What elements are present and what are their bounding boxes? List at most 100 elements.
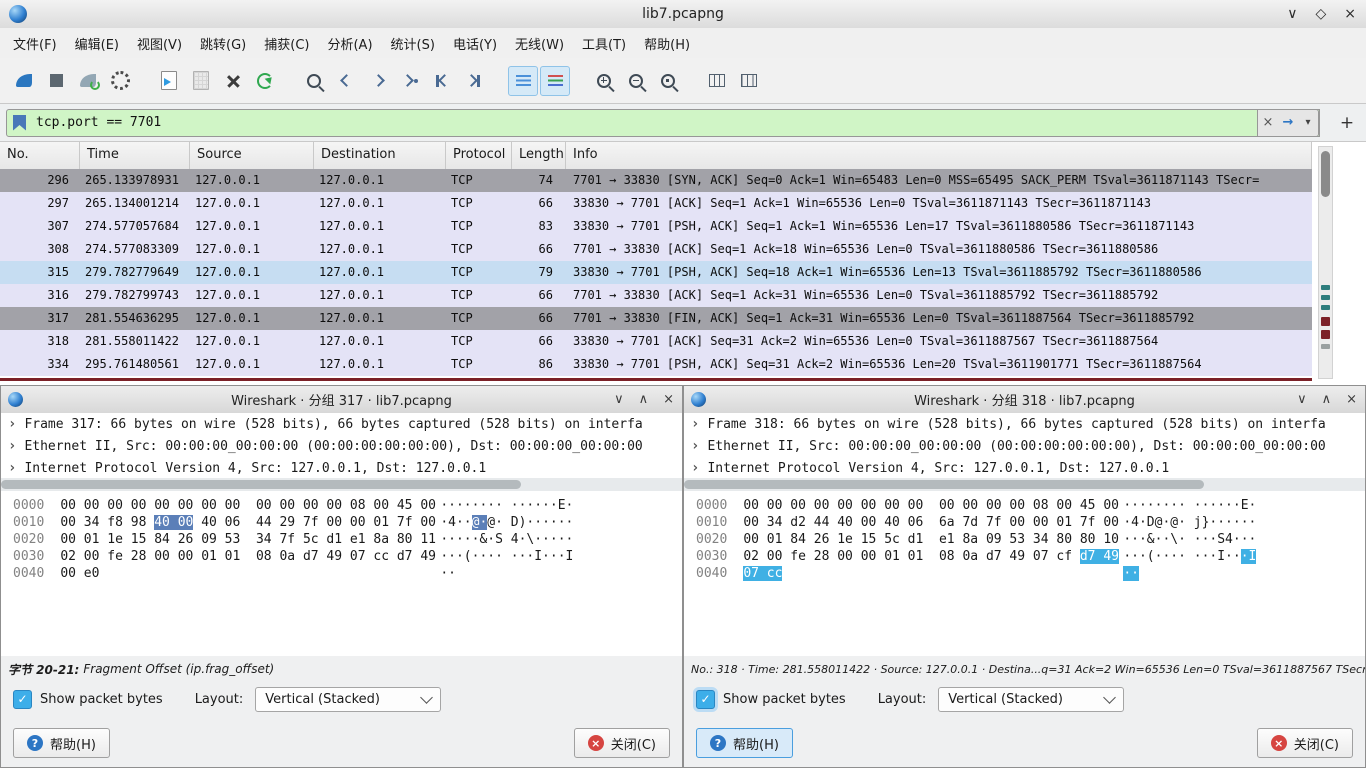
previous-packet-button[interactable]	[331, 66, 361, 96]
menu-analyze[interactable]: 分析(A)	[318, 30, 381, 57]
packet-list-scrollbar[interactable]	[1318, 146, 1333, 379]
tree-item-ip[interactable]: ›Internet Protocol Version 4, Src: 127.0…	[684, 457, 1365, 478]
close-icon[interactable]: ×	[1346, 392, 1357, 407]
packet-row-334[interactable]: 334295.761480561127.0.0.1127.0.0.1TCP863…	[0, 353, 1312, 376]
packet-row-297[interactable]: 297265.134001214127.0.0.1127.0.0.1TCP663…	[0, 192, 1312, 215]
shade-icon[interactable]: ∨	[614, 392, 624, 407]
bookmark-icon[interactable]	[13, 115, 26, 131]
menu-capture[interactable]: 捕获(C)	[255, 30, 318, 57]
show-packet-bytes-checkbox[interactable]: ✓	[13, 690, 32, 709]
horizontal-scrollbar[interactable]	[1, 478, 682, 491]
packet-row-316[interactable]: 316279.782799743127.0.0.1127.0.0.1TCP667…	[0, 284, 1312, 307]
apply-filter-button[interactable]: →	[1278, 115, 1298, 130]
maximize-icon[interactable]: ◇	[1315, 6, 1326, 22]
packet-row-307[interactable]: 307274.577057684127.0.0.1127.0.0.1TCP833…	[0, 215, 1312, 238]
go-to-packet-button[interactable]	[395, 66, 425, 96]
col-header-no[interactable]: No.	[0, 142, 80, 169]
close-dialog-button[interactable]: ×关闭(C)	[574, 728, 670, 758]
scrollbar-handle[interactable]	[684, 480, 1204, 489]
tree-item-frame[interactable]: ›Frame 317: 66 bytes on wire (528 bits),…	[1, 413, 682, 435]
menu-edit[interactable]: 编辑(E)	[66, 30, 128, 57]
packet-row-296[interactable]: 296265.133978931127.0.0.1127.0.0.1TCP747…	[0, 169, 1312, 192]
show-packet-bytes-checkbox[interactable]: ✓	[696, 690, 715, 709]
zoom-in-button[interactable]	[589, 66, 619, 96]
add-filter-button[interactable]: +	[1334, 110, 1360, 136]
hex-row[interactable]: 001000 34 f8 98 40 00 40 06 44 29 7f 00 …	[1, 514, 682, 531]
menu-telephony[interactable]: 电话(Y)	[444, 30, 506, 57]
column-numbers-button[interactable]	[734, 66, 764, 96]
auto-scroll-button[interactable]	[508, 66, 538, 96]
menu-help[interactable]: 帮助(H)	[635, 30, 699, 57]
unshade-icon[interactable]: ∧	[639, 392, 649, 407]
expander-icon[interactable]: ›	[691, 460, 699, 476]
pane-splitter[interactable]	[0, 378, 1312, 381]
zoom-out-button[interactable]	[621, 66, 651, 96]
tree-item-ethernet[interactable]: ›Ethernet II, Src: 00:00:00_00:00:00 (00…	[684, 435, 1365, 457]
layout-select[interactable]: Vertical (Stacked)	[938, 687, 1124, 712]
hex-row[interactable]: 004007 cc··	[684, 565, 1365, 582]
tree-item-frame[interactable]: ›Frame 318: 66 bytes on wire (528 bits),…	[684, 413, 1365, 435]
start-capture-button[interactable]	[9, 66, 39, 96]
expander-icon[interactable]: ›	[8, 416, 16, 432]
zoom-original-button[interactable]	[653, 66, 683, 96]
capture-options-button[interactable]	[105, 66, 135, 96]
first-packet-button[interactable]	[427, 66, 457, 96]
expander-icon[interactable]: ›	[691, 416, 699, 432]
col-header-source[interactable]: Source	[190, 142, 314, 169]
open-file-button[interactable]	[154, 66, 184, 96]
dialog-titlebar[interactable]: Wireshark · 分组 317 · lib7.pcapng ∨ ∧ ×	[1, 386, 682, 414]
minimize-icon[interactable]: ∨	[1287, 6, 1297, 22]
close-icon[interactable]: ×	[1344, 6, 1356, 22]
save-file-button[interactable]	[186, 66, 216, 96]
packet-row-315-selected[interactable]: 315279.782779649127.0.0.1127.0.0.1TCP793…	[0, 261, 1312, 284]
display-filter-input[interactable]	[34, 114, 1257, 131]
col-header-protocol[interactable]: Protocol	[446, 142, 512, 169]
horizontal-scrollbar[interactable]	[684, 478, 1365, 491]
menu-view[interactable]: 视图(V)	[128, 30, 191, 57]
colorize-button[interactable]	[540, 66, 570, 96]
find-packet-button[interactable]	[299, 66, 329, 96]
hex-row[interactable]: 002000 01 1e 15 84 26 09 53 34 7f 5c d1 …	[1, 531, 682, 548]
display-filter-field[interactable]: × → ▾	[6, 109, 1320, 137]
hex-row[interactable]: 003002 00 fe 28 00 00 01 01 08 0a d7 49 …	[1, 548, 682, 565]
menu-file[interactable]: 文件(F)	[4, 30, 66, 57]
next-packet-button[interactable]	[363, 66, 393, 96]
help-button[interactable]: ?帮助(H)	[13, 728, 110, 758]
hex-row[interactable]: 000000 00 00 00 00 00 00 00 00 00 00 00 …	[1, 497, 682, 514]
packet-row-308[interactable]: 308274.577083309127.0.0.1127.0.0.1TCP667…	[0, 238, 1312, 261]
menu-tools[interactable]: 工具(T)	[573, 30, 635, 57]
col-header-time[interactable]: Time	[80, 142, 190, 169]
stop-capture-button[interactable]	[41, 66, 71, 96]
clear-filter-button[interactable]: ×	[1258, 115, 1278, 130]
tree-item-ip[interactable]: ›Internet Protocol Version 4, Src: 127.0…	[1, 457, 682, 478]
packet-row-318[interactable]: 318281.558011422127.0.0.1127.0.0.1TCP663…	[0, 330, 1312, 353]
unshade-icon[interactable]: ∧	[1322, 392, 1332, 407]
menu-statistics[interactable]: 统计(S)	[382, 30, 444, 57]
col-header-info[interactable]: Info	[566, 142, 1312, 169]
layout-select[interactable]: Vertical (Stacked)	[255, 687, 441, 712]
packet-row-317[interactable]: 317281.554636295127.0.0.1127.0.0.1TCP667…	[0, 307, 1312, 330]
close-dialog-button[interactable]: ×关闭(C)	[1257, 728, 1353, 758]
close-file-button[interactable]	[218, 66, 248, 96]
hex-row[interactable]: 001000 34 d2 44 40 00 40 06 6a 7d 7f 00 …	[684, 514, 1365, 531]
scrollbar-handle[interactable]	[1, 480, 521, 489]
filter-dropdown-caret[interactable]: ▾	[1298, 117, 1318, 128]
restart-capture-button[interactable]	[73, 66, 103, 96]
expander-icon[interactable]: ›	[8, 460, 16, 476]
hex-row[interactable]: 003002 00 fe 28 00 00 01 01 08 0a d7 49 …	[684, 548, 1365, 565]
scrollbar-handle[interactable]	[1321, 151, 1330, 197]
menu-go[interactable]: 跳转(G)	[191, 30, 255, 57]
col-header-destination[interactable]: Destination	[314, 142, 446, 169]
expander-icon[interactable]: ›	[8, 438, 16, 454]
hex-row[interactable]: 002000 01 84 26 1e 15 5c d1 e1 8a 09 53 …	[684, 531, 1365, 548]
shade-icon[interactable]: ∨	[1297, 392, 1307, 407]
tree-item-ethernet[interactable]: ›Ethernet II, Src: 00:00:00_00:00:00 (00…	[1, 435, 682, 457]
close-icon[interactable]: ×	[663, 392, 674, 407]
hex-row[interactable]: 000000 00 00 00 00 00 00 00 00 00 00 00 …	[684, 497, 1365, 514]
help-button[interactable]: ?帮助(H)	[696, 728, 793, 758]
expander-icon[interactable]: ›	[691, 438, 699, 454]
dialog-titlebar[interactable]: Wireshark · 分组 318 · lib7.pcapng ∨ ∧ ×	[684, 386, 1365, 414]
hex-row[interactable]: 004000 e0··	[1, 565, 682, 582]
reload-file-button[interactable]	[250, 66, 280, 96]
col-header-length[interactable]: Length	[512, 142, 566, 169]
